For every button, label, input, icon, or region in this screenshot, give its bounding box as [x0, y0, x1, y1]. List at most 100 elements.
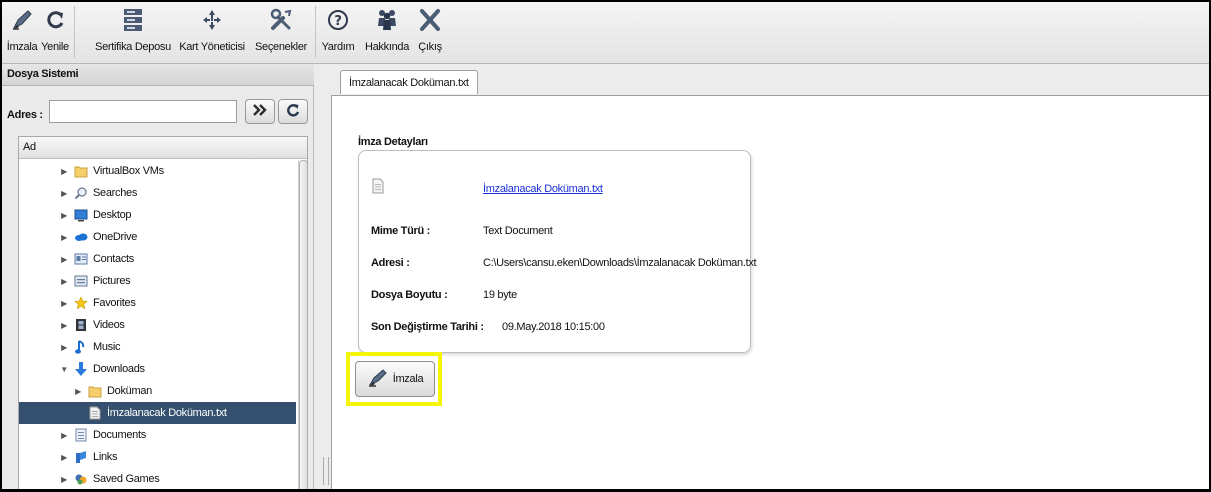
detail-row-modified: Son Değiştirme Tarihi : 09.May.2018 10:1… — [371, 321, 605, 333]
detail-value: Text Document — [483, 225, 553, 237]
sign-button[interactable]: İmzala — [355, 361, 435, 397]
document-area: İmzalanacak Doküman.txt İmza Detayları İ… — [331, 64, 1209, 489]
folder-icon — [87, 383, 103, 399]
certificate-store-button[interactable]: Sertifika Deposu — [94, 4, 172, 60]
tree-item-label: Videos — [93, 319, 125, 331]
expand-arrow-icon[interactable]: ▶ — [59, 211, 69, 220]
go-button[interactable] — [245, 99, 275, 124]
scrollbar-thumb[interactable] — [299, 160, 307, 489]
people-icon — [375, 7, 399, 33]
exit-icon — [418, 7, 442, 33]
certificate-store-icon — [121, 7, 145, 33]
tree-item-label: Saved Games — [93, 473, 160, 485]
exit-button[interactable]: Çıkış — [416, 4, 444, 60]
help-icon: ? — [326, 7, 350, 33]
download-icon — [73, 361, 89, 377]
detail-row-address: Adresi : C:\Users\cansu.eken\Downloads\İ… — [371, 257, 757, 269]
expand-arrow-icon[interactable]: ▶ — [59, 431, 69, 440]
tree-item-label: Documents — [93, 429, 146, 441]
detail-key: Adresi : — [371, 257, 410, 269]
folder-icon — [73, 163, 89, 179]
tree-item-searches[interactable]: ▶ Searches — [19, 182, 296, 204]
tree-item-music[interactable]: ▶ Music — [19, 336, 296, 358]
tree-item-label: İmzalanacak Doküman.txt — [107, 407, 227, 419]
expand-arrow-icon[interactable]: ▶ — [59, 189, 69, 198]
collapse-arrow-icon[interactable]: ▼ — [59, 365, 69, 374]
tree-item-documents[interactable]: ▶ Documents — [19, 424, 296, 446]
tree-item-label: Doküman — [107, 385, 152, 397]
tree-item-label: Favorites — [93, 297, 136, 309]
tree-item-virtualbox-vms[interactable]: ▶ VirtualBox VMs — [19, 160, 296, 182]
refresh-button[interactable] — [278, 99, 308, 124]
tree-item-label: Pictures — [93, 275, 131, 287]
detail-key: Dosya Boyutu : — [371, 289, 448, 301]
link-icon — [73, 449, 89, 465]
svg-text:?: ? — [334, 14, 341, 29]
desktop-icon — [73, 207, 89, 223]
tree-item-label: Contacts — [93, 253, 135, 265]
expand-arrow-icon[interactable]: ▶ — [59, 343, 69, 352]
card-manager-button[interactable]: Kart Yöneticisi — [176, 4, 248, 60]
tree-item-downloads[interactable]: ▼ Downloads — [19, 358, 296, 380]
expand-arrow-icon[interactable]: ▶ — [59, 321, 69, 330]
signature-details-box: İmzalanacak Doküman.txt Mime Türü : Text… — [358, 150, 757, 353]
sign-toolbar-button[interactable]: İmzala — [6, 4, 38, 60]
tree-item-desktop[interactable]: ▶ Desktop — [19, 204, 296, 226]
help-button[interactable]: ? Yardım — [318, 4, 358, 60]
options-button[interactable]: Seçenekler — [250, 4, 312, 60]
tree-item-label: Searches — [93, 187, 138, 199]
tree-item-contacts[interactable]: ▶ Contacts — [19, 248, 296, 270]
expand-arrow-icon[interactable]: ▶ — [59, 277, 69, 286]
toolbar-separator — [315, 6, 316, 58]
expand-arrow-icon[interactable]: ▶ — [59, 255, 69, 264]
tree-item-label: Desktop — [93, 209, 132, 221]
detail-value: C:\Users\cansu.eken\Downloads\İmzalanaca… — [483, 257, 757, 269]
tree-scrollbar[interactable] — [298, 160, 307, 489]
tab-document[interactable]: İmzalanacak Doküman.txt — [340, 70, 478, 94]
tree-item-saved-games[interactable]: ▶ Saved Games — [19, 468, 296, 489]
pen-icon — [367, 368, 389, 391]
expand-arrow-icon[interactable]: ▶ — [59, 475, 69, 484]
tree-item-dokuman[interactable]: ▶ Doküman — [19, 380, 296, 402]
refresh-toolbar-button[interactable]: Yenile — [40, 4, 70, 60]
address-label: Adres : — [7, 109, 43, 121]
card-manager-icon — [200, 7, 224, 33]
games-icon — [73, 471, 89, 487]
splitter-handle[interactable] — [323, 457, 329, 485]
expand-arrow-icon[interactable]: ▶ — [59, 167, 69, 176]
address-input[interactable] — [49, 100, 237, 123]
detail-key: Son Değiştirme Tarihi : — [371, 321, 484, 333]
file-system-panel: Dosya Sistemi Adres : Ad ▶ VirtualBox VM… — [2, 64, 314, 489]
star-icon — [73, 295, 89, 311]
cloud-icon — [73, 229, 89, 245]
tree-item-label: OneDrive — [93, 231, 138, 243]
film-icon — [73, 317, 89, 333]
document-icon — [87, 405, 103, 421]
expand-arrow-icon[interactable]: ▶ — [59, 299, 69, 308]
tree-item-onedrive[interactable]: ▶ OneDrive — [19, 226, 296, 248]
file-link[interactable]: İmzalanacak Doküman.txt — [483, 183, 603, 195]
tree-item-videos[interactable]: ▶ Videos — [19, 314, 296, 336]
tree-item-pictures[interactable]: ▶ Pictures — [19, 270, 296, 292]
expand-arrow-icon[interactable]: ▶ — [73, 387, 83, 396]
tree-item-selected-file[interactable]: İmzalanacak Doküman.txt — [19, 402, 296, 424]
contacts-icon — [73, 251, 89, 267]
tree-item-links[interactable]: ▶ Links — [19, 446, 296, 468]
column-header-name[interactable]: Ad — [19, 137, 307, 159]
tree-item-label: Music — [93, 341, 121, 353]
expand-arrow-icon[interactable]: ▶ — [59, 453, 69, 462]
documents-icon — [73, 427, 89, 443]
toolbar: İmzala Yenile Sertifika Deposu Kart Yöne… — [2, 2, 1209, 64]
refresh-icon — [286, 103, 300, 120]
detail-row-mime: Mime Türü : Text Document — [371, 225, 553, 237]
double-chevron-right-icon — [252, 103, 268, 120]
tree-item-favorites[interactable]: ▶ Favorites — [19, 292, 296, 314]
about-button[interactable]: Hakkında — [362, 4, 412, 60]
document-icon — [372, 178, 384, 197]
tab-content: İmza Detayları İmzalanacak Doküman.txt M… — [331, 95, 1209, 489]
tree-item-label: VirtualBox VMs — [93, 165, 164, 177]
expand-arrow-icon[interactable]: ▶ — [59, 233, 69, 242]
detail-row-size: Dosya Boyutu : 19 byte — [371, 289, 517, 301]
section-title: İmza Detayları — [358, 136, 428, 148]
detail-value: 19 byte — [483, 289, 517, 301]
